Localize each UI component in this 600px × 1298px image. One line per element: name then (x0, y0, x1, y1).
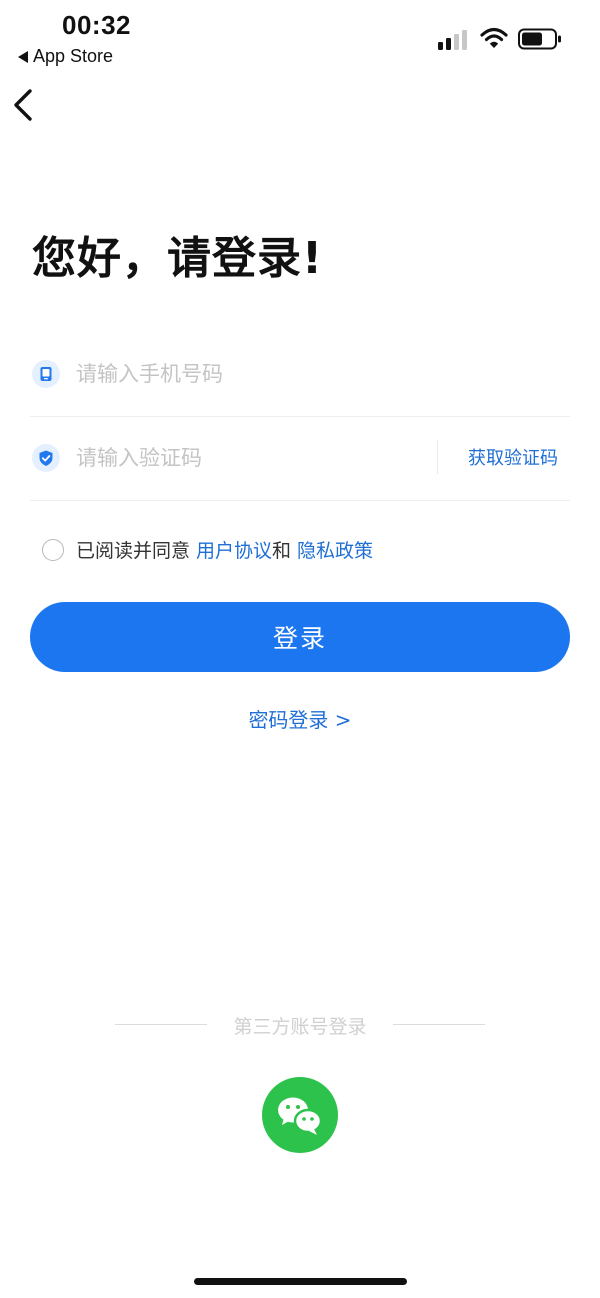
battery-icon (518, 28, 561, 50)
agreement-prefix: 已阅读并同意 (76, 540, 191, 562)
wechat-icon (278, 1097, 323, 1135)
page-title: 您好，请登录! (32, 233, 324, 284)
login-button[interactable]: 登录 (30, 602, 570, 672)
code-divider (437, 440, 438, 474)
verification-code-input[interactable] (76, 440, 416, 476)
phone-row (30, 332, 570, 417)
back-triangle-icon (18, 50, 28, 63)
password-login-row: 密码登录 > (0, 704, 600, 733)
phone-input[interactable] (76, 356, 456, 392)
home-indicator (194, 1278, 407, 1285)
agreement-row: 已阅读并同意 用户协议 和 隐私政策 (42, 536, 373, 563)
chevron-left-icon[interactable] (10, 88, 40, 122)
third-party-divider-right (393, 1024, 485, 1025)
back-app-label: App Store (33, 46, 114, 66)
shield-check-icon (32, 444, 60, 472)
phone-icon (32, 360, 60, 388)
wechat-login-button[interactable] (262, 1077, 338, 1153)
status-time: 00:32 (62, 10, 131, 40)
cellular-signal-icon (438, 30, 467, 50)
user-agreement-link[interactable]: 用户协议 (196, 536, 272, 563)
password-login-link[interactable]: 密码登录 > (248, 708, 351, 732)
back-to-app-store[interactable]: App Store (18, 46, 113, 67)
privacy-policy-link[interactable]: 隐私政策 (297, 536, 373, 563)
wifi-icon (480, 27, 508, 48)
verification-code-row: 获取验证码 (30, 416, 570, 501)
agreement-checkbox[interactable] (42, 538, 64, 561)
agreement-and: 和 (272, 540, 292, 562)
third-party-label: 第三方账号登录 (233, 1016, 367, 1038)
get-code-button[interactable]: 获取验证码 (468, 444, 558, 470)
